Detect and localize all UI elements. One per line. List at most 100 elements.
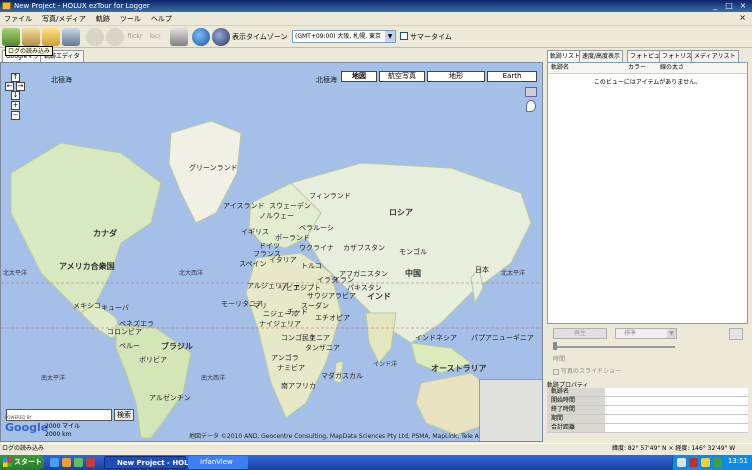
- maptype-map[interactable]: 地図: [341, 71, 377, 82]
- menu-tools[interactable]: ツール: [120, 14, 141, 24]
- maptype-earth[interactable]: Earth: [487, 71, 537, 82]
- pan-up-button[interactable]: ↑: [11, 73, 20, 82]
- time-slider-thumb[interactable]: [553, 342, 557, 350]
- minimize-button[interactable]: _: [709, 1, 721, 11]
- map-label-country: メキシコ: [73, 302, 101, 310]
- maptype-satellite[interactable]: 航空写真: [379, 71, 425, 82]
- photo-icon[interactable]: [62, 28, 80, 46]
- map-search-button[interactable]: 検索: [114, 409, 134, 421]
- location-pin-icon[interactable]: [526, 100, 536, 112]
- menu-help[interactable]: ヘルプ: [151, 14, 172, 24]
- export-icon[interactable]: [212, 28, 230, 46]
- mdi-close-icon[interactable]: ×: [739, 13, 746, 22]
- menu-photo-media[interactable]: 写真/メディア: [42, 14, 86, 24]
- clock: 13:51: [727, 457, 748, 465]
- property-value: [605, 388, 748, 396]
- folder-open-icon[interactable]: [42, 28, 60, 46]
- map-label-country: アンゴラ: [271, 354, 299, 362]
- system-tray: 13:51: [672, 455, 752, 470]
- property-value: [605, 406, 748, 414]
- overview-map[interactable]: [479, 379, 542, 441]
- close-button[interactable]: ×: [737, 1, 749, 11]
- map-label-country: ベラルーシ: [299, 224, 334, 232]
- map-label-country: ウクライナ: [299, 244, 334, 252]
- load-log-icon[interactable]: [2, 28, 20, 46]
- map-label-country: スウェーデン: [269, 202, 311, 210]
- map-label-country: カザフスタン: [343, 244, 385, 252]
- print-icon[interactable]: [170, 28, 188, 46]
- powered-by-text: POWERED BY: [5, 415, 32, 420]
- map-copyright: 地図データ ©2010 AND, Geocentre Consulting, M…: [189, 433, 520, 440]
- tray-icon[interactable]: [689, 458, 698, 467]
- start-label: スタート: [14, 458, 42, 466]
- property-key: 開始時間: [547, 397, 605, 405]
- settings-button[interactable]: [729, 328, 743, 340]
- flickr-icon[interactable]: flickr: [126, 28, 144, 46]
- street-view-icon[interactable]: [525, 87, 537, 97]
- map-label-country: フィンランド: [309, 192, 351, 200]
- map-label-country: エチオピア: [315, 314, 350, 322]
- map-label-country: コロンビア: [107, 328, 142, 336]
- tray-icon[interactable]: [713, 458, 722, 467]
- speed-select[interactable]: 標準 ▼: [615, 328, 677, 339]
- map-label-ocean: 北太平洋: [3, 270, 28, 277]
- google-earth-icon[interactable]: [192, 28, 210, 46]
- property-row: 終了時間: [547, 406, 748, 415]
- tab-media-list[interactable]: メディアリスト: [691, 50, 739, 62]
- zoom-out-button[interactable]: −: [11, 111, 20, 120]
- maptype-terrain[interactable]: 地形: [427, 71, 485, 82]
- task-ezTour[interactable]: New Project - HOLU...: [104, 456, 202, 469]
- track-list[interactable]: 軌跡名 カラー 線の太さ このビューにはアイテムがありません。: [547, 62, 748, 324]
- quicklaunch-folder-icon[interactable]: [62, 458, 71, 467]
- tab-track-list[interactable]: 軌跡リスト: [547, 50, 584, 62]
- map-label-country: ナイジェリア: [259, 320, 301, 328]
- pan-left-button[interactable]: ←: [5, 82, 14, 91]
- tooltip: ログの読み込み: [5, 46, 54, 56]
- tab-speed-altitude[interactable]: 速度/高度表示: [579, 50, 624, 62]
- property-value: [605, 424, 748, 432]
- map-label-ocean: 南太平洋: [41, 375, 66, 382]
- column-track-name[interactable]: 軌跡名: [551, 63, 569, 73]
- map-label-country: ペルー: [119, 342, 140, 350]
- pan-right-button[interactable]: →: [16, 82, 25, 91]
- menu-file[interactable]: ファイル: [4, 14, 32, 24]
- timezone-label: 表示タイムゾーン: [232, 33, 288, 41]
- map-label-country: アメリカ合衆国: [59, 262, 115, 271]
- scale-miles: 2000 マイル: [45, 423, 81, 430]
- empty-message: このビューにはアイテムがありません。: [593, 79, 702, 86]
- pan-down-button[interactable]: ↓: [11, 91, 20, 100]
- column-color[interactable]: カラー: [628, 63, 646, 73]
- map-label-ocean: 北大西洋: [179, 270, 204, 277]
- menu-track[interactable]: 軌跡: [96, 14, 110, 24]
- task-irfanview[interactable]: IrfanView: [188, 456, 248, 469]
- start-button[interactable]: スタート: [0, 455, 44, 470]
- back-icon[interactable]: [86, 28, 104, 46]
- time-slider-track[interactable]: [553, 346, 675, 348]
- quicklaunch-ie-icon[interactable]: [50, 458, 59, 467]
- dst-checkbox[interactable]: [400, 32, 408, 40]
- play-button[interactable]: 再生: [553, 328, 607, 339]
- locr-icon[interactable]: locr: [146, 28, 164, 46]
- zoom-in-button[interactable]: +: [11, 101, 20, 110]
- timezone-select[interactable]: (GMT+09:00) 大阪, 札幌, 東京 ▼: [292, 30, 396, 43]
- menu-bar: ファイル 写真/メディア 軌跡 ツール ヘルプ ×: [0, 12, 752, 26]
- quicklaunch-app-icon[interactable]: [86, 458, 95, 467]
- property-row: 合計距離: [547, 424, 748, 433]
- photo-slideshow-checkbox[interactable]: 写真のスライドショー: [553, 366, 621, 375]
- maximize-button[interactable]: □: [723, 1, 735, 11]
- property-key: 期間: [547, 415, 605, 423]
- device-icon[interactable]: [22, 28, 40, 46]
- window-title: New Project - HOLUX ezTour for Logger: [14, 2, 150, 10]
- track-list-header: 軌跡名 カラー 線の太さ: [548, 63, 747, 74]
- tray-icon[interactable]: [701, 458, 710, 467]
- map-label-country: ナミビア: [277, 364, 305, 372]
- tray-icon[interactable]: [677, 458, 686, 467]
- map-label-country: トルコ: [301, 262, 322, 270]
- map-label-country: 北極海: [51, 76, 72, 84]
- column-line-width[interactable]: 線の太さ: [660, 63, 684, 73]
- map-label-country: ノルウェー: [259, 212, 294, 220]
- map-view[interactable]: ↑ ← → ↓ + − 地図 航空写真 地形 Earth 北極海 北極海 グリー…: [0, 62, 543, 442]
- map-label-country: スペイン: [239, 260, 267, 268]
- forward-icon[interactable]: [106, 28, 124, 46]
- quicklaunch-media-icon[interactable]: [74, 458, 83, 467]
